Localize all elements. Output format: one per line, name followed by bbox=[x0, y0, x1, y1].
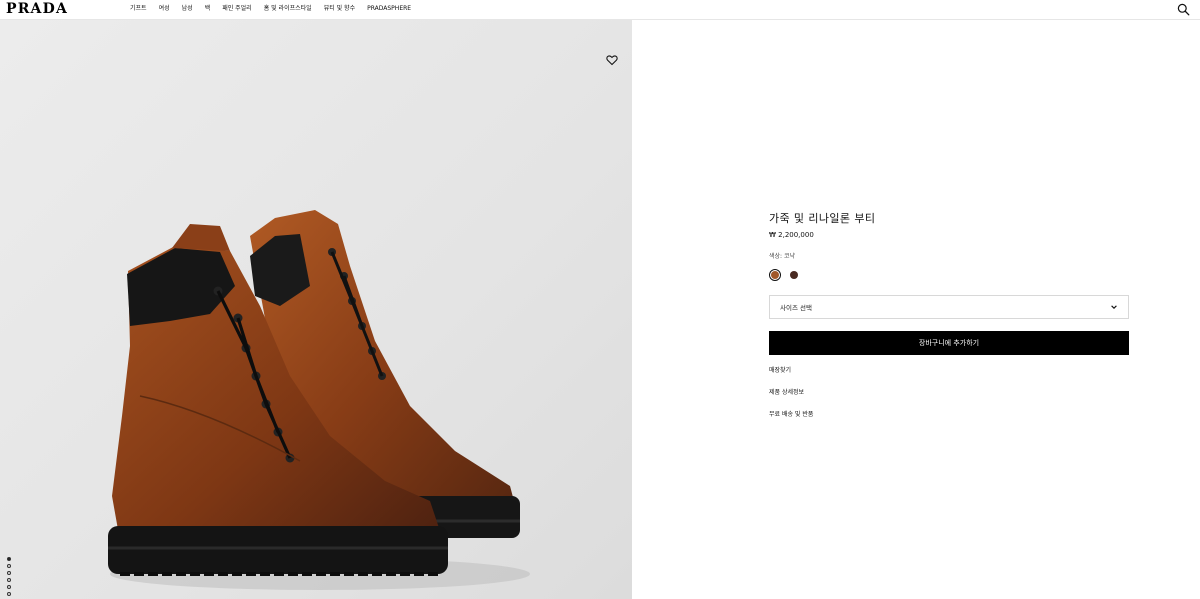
color-swatches bbox=[769, 269, 1129, 281]
nav-item-women[interactable]: 여성 bbox=[159, 5, 170, 13]
heart-icon[interactable] bbox=[606, 54, 618, 66]
add-to-cart-button[interactable]: 장바구니에 추가하기 bbox=[769, 331, 1129, 355]
product-links: 매장찾기 제품 상세정보 무료 배송 및 반품 bbox=[769, 365, 1129, 418]
product-price: ₩ 2,200,000 bbox=[769, 231, 814, 239]
product-details-link[interactable]: 제품 상세정보 bbox=[769, 387, 1129, 396]
nav-item-jewelry[interactable]: 패인 주얼리 bbox=[222, 5, 252, 13]
shipping-returns-link[interactable]: 무료 배송 및 반품 bbox=[769, 409, 1129, 418]
gallery-dot[interactable] bbox=[7, 592, 11, 596]
gallery-pager bbox=[7, 557, 11, 599]
swatch-dark-brown[interactable] bbox=[788, 269, 800, 281]
size-select-label: 사이즈 선택 bbox=[780, 304, 812, 312]
nav-item-men[interactable]: 남성 bbox=[182, 5, 193, 13]
product-info: 가죽 및 리나일론 부티 ₩ 2,200,000 색상: 코냑 사이즈 선택 장… bbox=[769, 210, 1129, 418]
nav-item-bags[interactable]: 백 bbox=[205, 5, 211, 13]
swatch-cognac-fill bbox=[771, 271, 779, 279]
swatch-cognac[interactable] bbox=[769, 269, 781, 281]
store-locator-link[interactable]: 매장찾기 bbox=[769, 365, 1129, 374]
gallery-dot[interactable] bbox=[7, 571, 11, 575]
prada-logo[interactable]: PRADA bbox=[6, 1, 68, 17]
nav-item-pradasphere[interactable]: PRADASPHERE bbox=[367, 5, 411, 13]
nav-item-gift[interactable]: 기프트 bbox=[130, 5, 147, 13]
gallery-dot[interactable] bbox=[7, 578, 11, 582]
nav-item-home-lifestyle[interactable]: 홈 및 라이프스타일 bbox=[264, 5, 312, 13]
gallery-dot[interactable] bbox=[7, 564, 11, 568]
search-icon[interactable] bbox=[1177, 3, 1190, 16]
chevron-down-icon bbox=[1111, 305, 1117, 309]
product-title: 가죽 및 리나일론 부티 bbox=[769, 212, 876, 225]
product-image-boots bbox=[108, 210, 530, 590]
nav-item-beauty[interactable]: 뷰티 및 향수 bbox=[324, 5, 355, 13]
gallery-dot[interactable] bbox=[7, 585, 11, 589]
gallery-dot[interactable] bbox=[7, 557, 11, 561]
size-select[interactable]: 사이즈 선택 bbox=[769, 295, 1129, 319]
site-header: PRADA 기프트 여성 남성 백 패인 주얼리 홈 및 라이프스타일 뷰티 및… bbox=[0, 0, 1200, 20]
swatch-dark-brown-fill bbox=[790, 271, 798, 279]
main-nav: 기프트 여성 남성 백 패인 주얼리 홈 및 라이프스타일 뷰티 및 향수 PR… bbox=[130, 5, 411, 13]
color-label: 색상: 코냑 bbox=[769, 253, 796, 260]
product-image-panel[interactable] bbox=[0, 20, 632, 599]
